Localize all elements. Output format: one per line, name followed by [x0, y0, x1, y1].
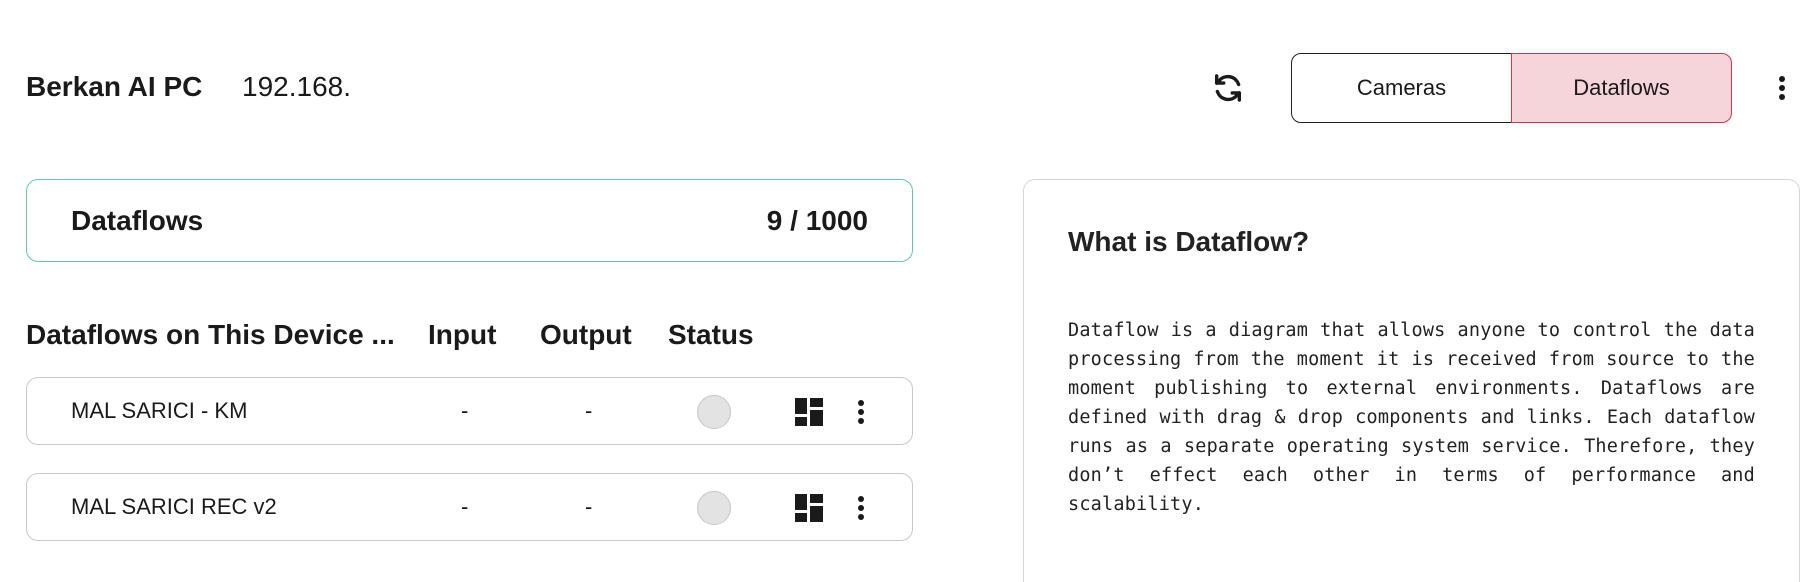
device-ip: 192.168. — [242, 71, 351, 102]
count-card-title: Dataflows — [71, 204, 204, 236]
dataflow-info-card: What is Dataflow? Dataflow is a diagram … — [1023, 179, 1800, 582]
kebab-menu-icon — [858, 400, 864, 424]
dataflow-count: 9 / 1000 — [766, 204, 868, 236]
refresh-icon — [1214, 74, 1242, 102]
info-title: What is Dataflow? — [1068, 226, 1310, 257]
dataflow-row[interactable]: MAL SARICI - KM - - — [26, 377, 913, 445]
column-header-name: Dataflows on This Device ... — [26, 319, 395, 350]
open-dashboard-button[interactable] — [795, 494, 823, 522]
column-header-status: Status — [668, 319, 754, 350]
dataflow-output: - — [585, 494, 593, 519]
dataflow-input: - — [461, 494, 469, 519]
device-name: Berkan AI PC — [26, 71, 203, 102]
kebab-menu-icon — [858, 496, 864, 520]
dashboard-icon — [795, 494, 823, 522]
info-description: Dataflow is a diagram that allows anyone… — [1068, 320, 1755, 515]
status-indicator — [697, 395, 731, 429]
status-indicator — [697, 491, 731, 525]
row-more-button[interactable] — [853, 490, 869, 526]
view-toggle: Cameras Dataflows — [1291, 53, 1732, 123]
dataflow-row[interactable]: MAL SARICI REC v2 - - — [26, 473, 913, 541]
dataflow-input: - — [461, 398, 469, 423]
dataflow-name: MAL SARICI REC v2 — [71, 494, 277, 519]
dataflow-output: - — [585, 398, 593, 423]
column-header-input: Input — [428, 319, 497, 350]
refresh-button[interactable] — [1208, 68, 1248, 108]
kebab-menu-icon — [1779, 76, 1785, 100]
column-header-output: Output — [540, 319, 632, 350]
row-more-button[interactable] — [853, 394, 869, 430]
open-dashboard-button[interactable] — [795, 398, 823, 426]
tab-cameras[interactable]: Cameras — [1291, 53, 1512, 123]
tab-dataflows[interactable]: Dataflows — [1511, 53, 1732, 123]
dataflow-count-card: Dataflows 9 / 1000 — [26, 179, 913, 262]
header-more-button[interactable] — [1770, 68, 1794, 108]
dashboard-icon — [795, 398, 823, 426]
dataflow-name: MAL SARICI - KM — [71, 398, 248, 423]
